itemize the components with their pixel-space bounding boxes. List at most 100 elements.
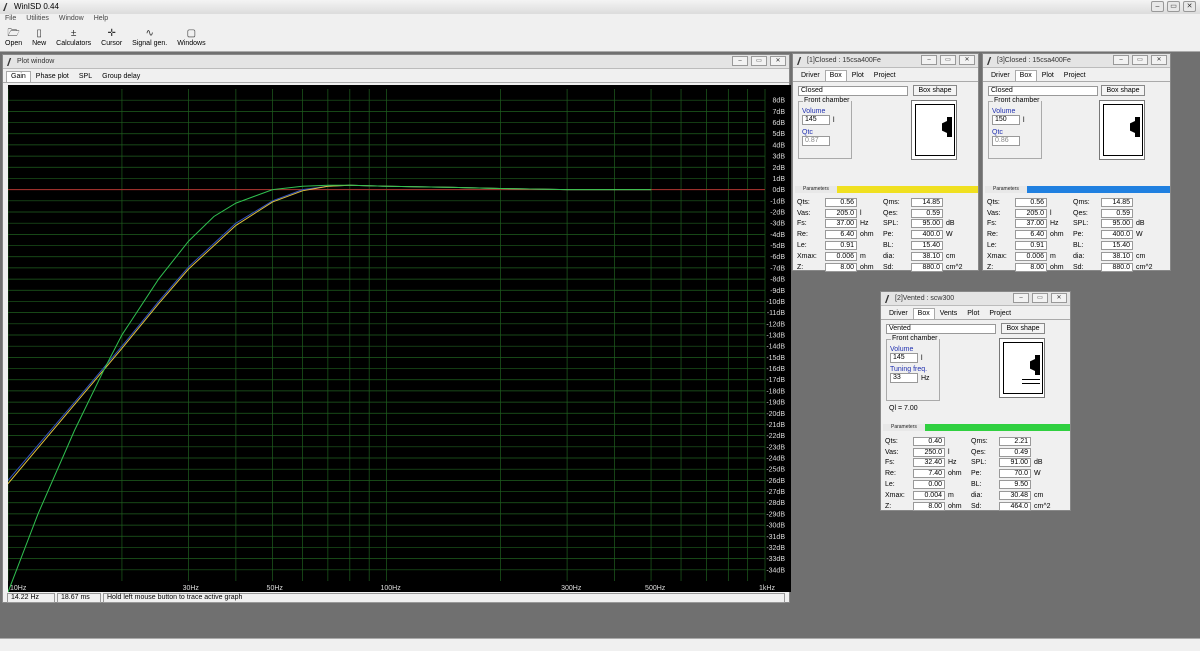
signal-gen-button[interactable]: ∿ Signal gen. (127, 26, 172, 51)
closed-1-window: [1]Closed : 15csa400Fe ‒ ▭ ✕ Driver Box Pl… (792, 53, 979, 272)
param-value[interactable]: 15.40 (1101, 241, 1133, 251)
box-shape-button[interactable]: Box shape (1001, 323, 1045, 334)
param-unit: l (860, 209, 862, 217)
menu-window[interactable]: Window (54, 14, 89, 26)
param-value[interactable]: 0.004 (913, 490, 945, 500)
param-value[interactable]: 14.85 (1101, 197, 1133, 207)
param-value[interactable]: 70.0 (999, 469, 1031, 479)
tab-gain[interactable]: Gain (6, 71, 31, 82)
menu-file[interactable]: File (0, 14, 21, 26)
param-value[interactable]: 6.40 (1015, 230, 1047, 240)
front-chamber-group: Front chamber Volume 145 l Tuning freq. 3… (886, 335, 940, 401)
volume-input[interactable]: 145 (802, 115, 830, 125)
param-value[interactable]: 880.0 (1101, 262, 1133, 272)
param-value[interactable]: 250.0 (913, 447, 945, 457)
menu-utilities[interactable]: Utilities (21, 14, 54, 26)
volume-input[interactable]: 145 (890, 353, 918, 363)
close-icon[interactable]: ✕ (770, 56, 786, 66)
param-value[interactable]: 0.59 (911, 208, 943, 218)
param-value[interactable]: 38.10 (1101, 251, 1133, 261)
tab-spl[interactable]: SPL (74, 71, 97, 82)
maximize-icon[interactable]: ▭ (1032, 293, 1048, 303)
minimize-icon[interactable]: ‒ (732, 56, 748, 66)
y-tick-label: -26dB (766, 478, 785, 485)
close-icon[interactable]: ✕ (1051, 293, 1067, 303)
qtc-label: Qtc (992, 129, 1003, 136)
param-value[interactable]: 8.00 (913, 501, 945, 511)
tab-plot[interactable]: Plot (847, 70, 869, 81)
tuning-input[interactable]: 33 (890, 373, 918, 383)
tab-box[interactable]: Box (1014, 70, 1037, 81)
param-value[interactable]: 8.00 (1015, 262, 1047, 272)
param-value[interactable]: 464.0 (999, 501, 1031, 511)
minimize-icon[interactable]: ‒ (1113, 55, 1129, 65)
param-value[interactable]: 2.21 (999, 436, 1031, 446)
param-value[interactable]: 14.85 (911, 197, 943, 207)
param-value[interactable]: 38.10 (911, 251, 943, 261)
tab-plot[interactable]: Plot (1037, 70, 1059, 81)
minimize-icon[interactable]: ‒ (1151, 1, 1164, 12)
new-button[interactable]: ▯ New (27, 26, 51, 51)
param-value[interactable]: 9.50 (999, 480, 1031, 490)
tab-driver[interactable]: Driver (796, 70, 825, 81)
param-value[interactable]: 0.56 (825, 197, 857, 207)
maximize-icon[interactable]: ▭ (940, 55, 956, 65)
param-value[interactable]: 30.48 (999, 490, 1031, 500)
open-button[interactable]: 🗁 Open (0, 26, 27, 51)
param-value[interactable]: 7.40 (913, 469, 945, 479)
tab-vents[interactable]: Vents (935, 308, 963, 319)
maximize-icon[interactable]: ▭ (751, 56, 767, 66)
param-value[interactable]: 91.00 (999, 458, 1031, 468)
param-value[interactable]: 6.40 (825, 230, 857, 240)
param-value[interactable]: 0.91 (1015, 241, 1047, 251)
param-value[interactable]: 205.0 (825, 208, 857, 218)
tab-phase-plot[interactable]: Phase plot (31, 71, 74, 82)
param-value[interactable]: 8.00 (825, 262, 857, 272)
param-value[interactable]: 0.49 (999, 447, 1031, 457)
param-value[interactable]: 37.00 (825, 219, 857, 229)
tab-project[interactable]: Project (984, 308, 1016, 319)
param-value[interactable]: 880.0 (911, 262, 943, 272)
minimize-icon[interactable]: ‒ (921, 55, 937, 65)
param-value[interactable]: 15.40 (911, 241, 943, 251)
windows-button[interactable]: ▢ Windows (172, 26, 210, 51)
tab-group-delay[interactable]: Group delay (97, 71, 145, 82)
maximize-icon[interactable]: ▭ (1132, 55, 1148, 65)
box-type-select[interactable]: Closed (798, 86, 908, 96)
tab-plot[interactable]: Plot (962, 308, 984, 319)
gain-plot[interactable]: 8dB 7dB 6dB 5dB 4dB 3dB 2dB 1dB 0dB -1dB -2dB -3dB -… (7, 85, 791, 593)
param-value[interactable]: 0.59 (1101, 208, 1133, 218)
param-value[interactable]: 0.56 (1015, 197, 1047, 207)
close-icon[interactable]: ✕ (959, 55, 975, 65)
param-value[interactable]: 0.40 (913, 436, 945, 446)
param-value[interactable]: 32.40 (913, 458, 945, 468)
tab-driver[interactable]: Driver (884, 308, 913, 319)
box-type-select[interactable]: Vented (886, 324, 996, 334)
volume-input[interactable]: 150 (992, 115, 1020, 125)
param-value[interactable]: 205.0 (1015, 208, 1047, 218)
minimize-icon[interactable]: ‒ (1013, 293, 1029, 303)
close-icon[interactable]: ✕ (1183, 1, 1196, 12)
tab-box[interactable]: Box (824, 70, 847, 81)
param-value[interactable]: 95.00 (1101, 219, 1133, 229)
box-shape-button[interactable]: Box shape (913, 85, 957, 96)
calculators-button[interactable]: ± Calculators (51, 26, 96, 51)
param-value[interactable]: 37.00 (1015, 219, 1047, 229)
tab-box[interactable]: Box (912, 308, 935, 319)
param-value[interactable]: 400.0 (911, 230, 943, 240)
param-value[interactable]: 400.0 (1101, 230, 1133, 240)
maximize-icon[interactable]: ▭ (1167, 1, 1180, 12)
tab-project[interactable]: Project (1059, 70, 1091, 81)
param-value[interactable]: 0.006 (825, 251, 857, 261)
tab-driver[interactable]: Driver (986, 70, 1015, 81)
param-value[interactable]: 95.00 (911, 219, 943, 229)
box-shape-button[interactable]: Box shape (1101, 85, 1145, 96)
menu-help[interactable]: Help (89, 14, 113, 26)
tab-project[interactable]: Project (869, 70, 901, 81)
param-value[interactable]: 0.91 (825, 241, 857, 251)
close-icon[interactable]: ✕ (1151, 55, 1167, 65)
param-value[interactable]: 0.00 (913, 480, 945, 490)
cursor-button[interactable]: ✛ Cursor (96, 26, 127, 51)
param-value[interactable]: 0.006 (1015, 251, 1047, 261)
box-type-select[interactable]: Closed (988, 86, 1098, 96)
